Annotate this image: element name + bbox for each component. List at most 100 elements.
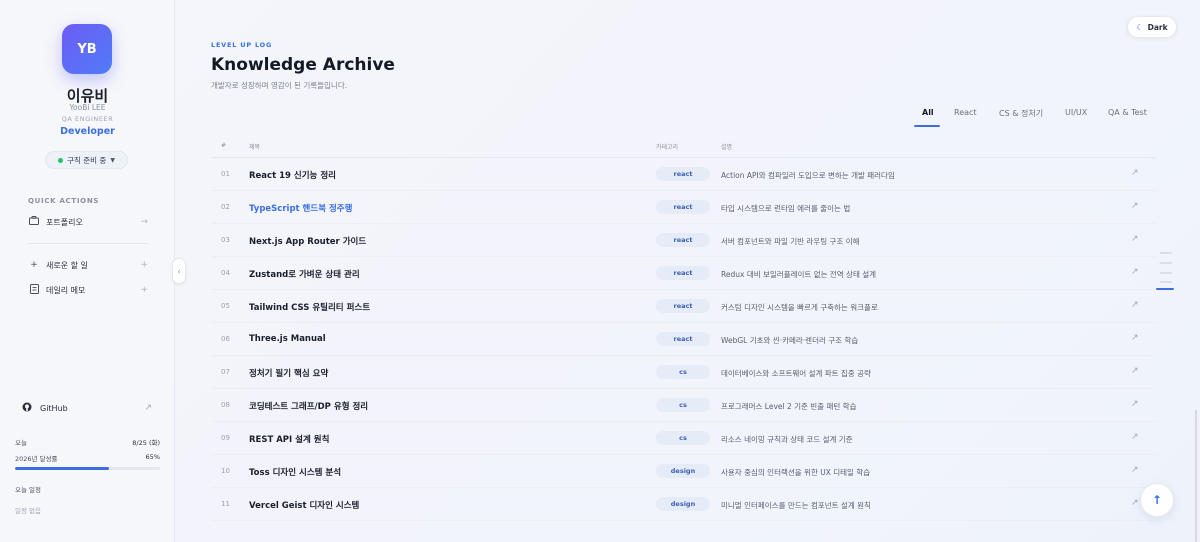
- row-description: 서버 컴포넌트와 파일 기반 라우팅 구조 이해: [721, 237, 860, 246]
- row-title[interactable]: Three.js Manual: [249, 334, 326, 344]
- today-date: 8/25 (화): [132, 439, 160, 447]
- new-todo-label: 새로운 할 일: [46, 260, 88, 270]
- table-row[interactable]: 06 Three.js Manual react WebGL 기초와 씬·카메라·렌더…: [211, 323, 1156, 356]
- category-badge: react: [656, 266, 710, 280]
- row-description: 타입 시스템으로 런타임 에러를 줄이는 법: [721, 204, 851, 213]
- category-badge: cs: [656, 398, 710, 412]
- table-row[interactable]: 10 Toss 디자인 시스템 분석 design 사용자 중심의 인터랙션을 위한 …: [211, 455, 1156, 488]
- row-number: 05: [221, 302, 230, 310]
- external-arrow-icon[interactable]: ↗: [1131, 300, 1139, 310]
- category-badge: react: [656, 233, 710, 247]
- status-label: 구직 준비 중: [67, 155, 107, 165]
- row-number: 04: [221, 269, 230, 277]
- github-label: GitHub: [40, 403, 68, 413]
- table-row[interactable]: 01 React 19 신기능 정리 react Action API와 컴파일러 도…: [211, 158, 1156, 191]
- github-link[interactable]: GitHub ↗: [22, 401, 152, 415]
- table-row[interactable]: 02 TypeScript 핸드북 정주행 react 타입 시스템으로 런타임 에러…: [211, 191, 1156, 224]
- theme-toggle-button[interactable]: ☾ Dark: [1127, 16, 1177, 38]
- section-indicator-line[interactable]: [1160, 272, 1172, 274]
- row-number: 02: [221, 203, 230, 211]
- row-number: 10: [221, 467, 230, 475]
- arrow-right-icon: →: [140, 217, 148, 227]
- daily-memo-button[interactable]: 데일리 메모 +: [28, 283, 148, 297]
- row-title[interactable]: Vercel Geist 디자인 시스템: [249, 499, 359, 511]
- table-row[interactable]: 11 Vercel Geist 디자인 시스템 design 미니멀 인터페이스를 만…: [211, 488, 1156, 521]
- table-row[interactable]: 03 Next.js App Router 가이드 react 서버 컴포넌트와 파일…: [211, 224, 1156, 257]
- sidebar-divider: [28, 243, 148, 244]
- external-arrow-icon[interactable]: ↗: [1131, 333, 1139, 343]
- quick-actions-title: QUICK ACTIONS: [28, 197, 100, 205]
- table-row[interactable]: 05 Tailwind CSS 유틸리티 퍼스트 react 커스텀 디자인 시스템을…: [211, 290, 1156, 323]
- row-description: 프로그래머스 Level 2 기준 빈출 패턴 학습: [721, 402, 857, 411]
- row-title[interactable]: Tailwind CSS 유틸리티 퍼스트: [249, 301, 370, 313]
- external-arrow-icon[interactable]: ↗: [1131, 267, 1139, 277]
- tab-all[interactable]: All: [922, 108, 934, 126]
- table-row[interactable]: 07 정처기 필기 핵심 요약 cs 데이터베이스와 소프트웨어 설계 파트 집중 공…: [211, 356, 1156, 389]
- sidebar-collapse-button[interactable]: ‹: [172, 258, 186, 284]
- portfolio-link[interactable]: 포트폴리오 →: [28, 215, 148, 229]
- table-row[interactable]: 09 REST API 설계 원칙 cs 리소스 네이밍 규칙과 상태 코드 설계 기…: [211, 422, 1156, 455]
- row-number: 01: [221, 170, 230, 178]
- schedule-label: 오늘 일정: [15, 486, 41, 494]
- row-description: Redux 대비 보일러플레이트 없는 전역 상태 설계: [721, 270, 877, 279]
- external-arrow-icon[interactable]: ↗: [1131, 234, 1139, 244]
- external-arrow-icon[interactable]: ↗: [1131, 432, 1139, 442]
- profile-name-en: YooBi LEE: [69, 103, 106, 112]
- moon-icon: ☾: [1136, 22, 1144, 32]
- tab-uiux[interactable]: UI/UX: [1065, 108, 1087, 126]
- row-title[interactable]: 코딩테스트 그래프/DP 유형 정리: [249, 400, 368, 412]
- table-row[interactable]: 04 Zustand로 가벼운 상태 관리 react Redux 대비 보일러플레이…: [211, 257, 1156, 290]
- row-title[interactable]: React 19 신기능 정리: [249, 169, 336, 181]
- tab-react[interactable]: React: [954, 108, 977, 126]
- row-description: 미니멀 인터페이스를 만드는 컴포넌트 설계 원칙: [721, 501, 871, 510]
- profile-role-small: QA ENGINEER: [61, 115, 114, 123]
- row-title[interactable]: Toss 디자인 시스템 분석: [249, 466, 341, 478]
- section-indicator-active[interactable]: [1156, 288, 1174, 290]
- daily-memo-label: 데일리 메모: [46, 285, 86, 295]
- row-title[interactable]: Zustand로 가벼운 상태 관리: [249, 268, 360, 280]
- add-icon: +: [140, 260, 148, 270]
- github-icon: [22, 402, 34, 415]
- plus-icon: +: [30, 260, 38, 270]
- section-indicator-line[interactable]: [1160, 281, 1172, 283]
- row-title[interactable]: 정처기 필기 핵심 요약: [249, 367, 328, 379]
- schedule-empty: 일정 없음: [15, 507, 41, 515]
- section-indicator-line[interactable]: [1160, 252, 1172, 254]
- row-title[interactable]: TypeScript 핸드북 정주행: [249, 202, 352, 214]
- memo-icon: [28, 283, 40, 297]
- external-arrow-icon[interactable]: ↗: [1131, 498, 1139, 508]
- tab-qa-test[interactable]: QA & Test: [1108, 108, 1147, 126]
- chevron-left-icon: ‹: [177, 266, 181, 276]
- briefcase-icon: [28, 216, 40, 228]
- row-number: 11: [221, 500, 230, 508]
- row-title[interactable]: REST API 설계 원칙: [249, 433, 329, 445]
- category-badge: react: [656, 200, 710, 214]
- status-dot: [58, 157, 64, 163]
- row-title[interactable]: Next.js App Router 가이드: [249, 235, 366, 247]
- external-arrow-icon: ↗: [144, 403, 152, 413]
- section-indicator-line[interactable]: [1160, 262, 1172, 264]
- external-arrow-icon[interactable]: ↗: [1131, 399, 1139, 409]
- th-desc: 설명: [721, 144, 733, 151]
- today-row: 오늘 8/25 (화): [15, 437, 160, 447]
- tab-cs[interactable]: CS & 정처기: [999, 108, 1043, 126]
- th-category: 카테고리: [656, 144, 679, 151]
- status-dropdown[interactable]: 구직 준비 중 ▼: [45, 151, 128, 169]
- arrow-up-icon: ↑: [1151, 493, 1163, 507]
- external-arrow-icon[interactable]: ↗: [1131, 465, 1139, 475]
- external-arrow-icon[interactable]: ↗: [1131, 168, 1139, 178]
- category-badge: react: [656, 167, 710, 181]
- external-arrow-icon[interactable]: ↗: [1131, 366, 1139, 376]
- external-arrow-icon[interactable]: ↗: [1131, 201, 1139, 211]
- table-row[interactable]: 08 코딩테스트 그래프/DP 유형 정리 cs 프로그래머스 Level 2 기준 …: [211, 389, 1156, 422]
- scrollbar-thumb[interactable]: [1195, 410, 1197, 542]
- category-badge: react: [656, 299, 710, 313]
- goal-progress-bar: [15, 467, 160, 470]
- theme-toggle-label: Dark: [1147, 22, 1168, 32]
- avatar: YB: [62, 24, 112, 74]
- category-badge: cs: [656, 365, 710, 379]
- page-title: Knowledge Archive: [211, 55, 395, 75]
- new-todo-button[interactable]: + 새로운 할 일 +: [28, 258, 148, 272]
- today-label: 오늘: [15, 439, 27, 447]
- scroll-top-button[interactable]: ↑: [1140, 483, 1174, 517]
